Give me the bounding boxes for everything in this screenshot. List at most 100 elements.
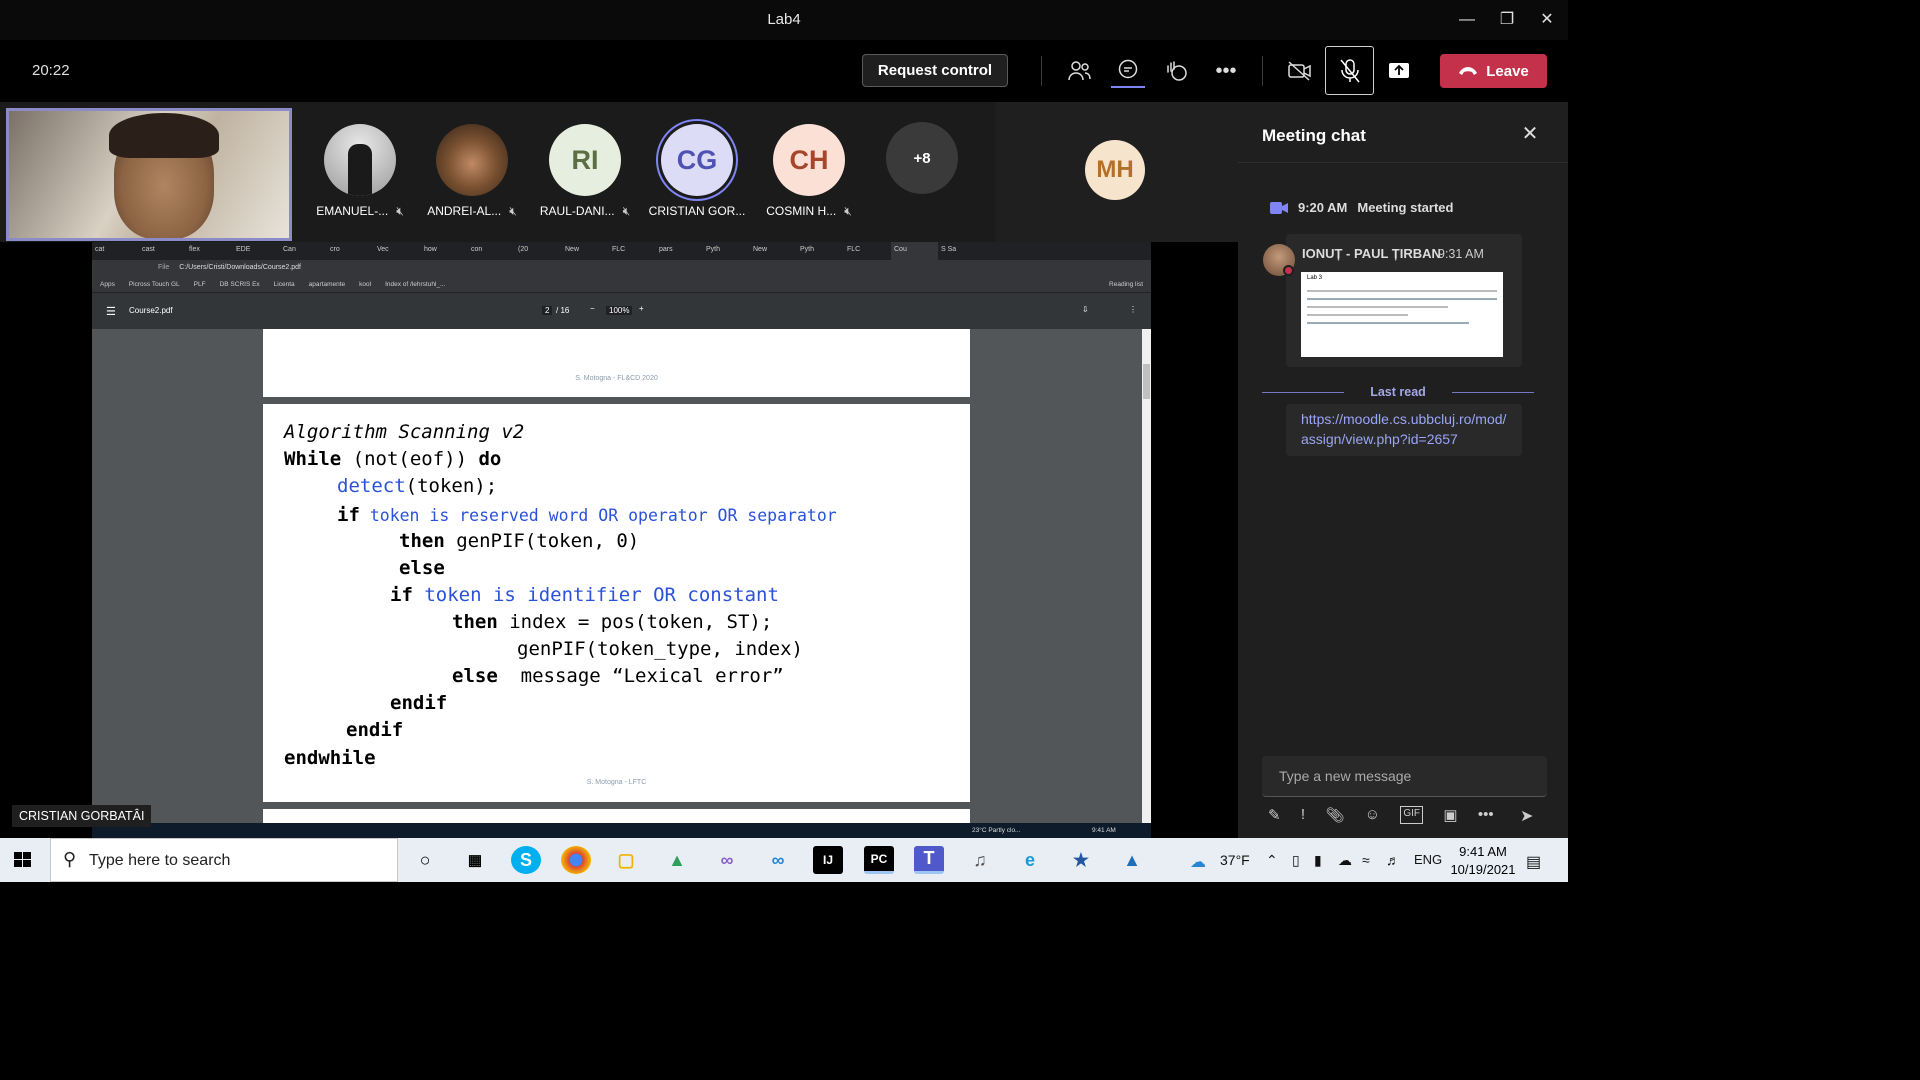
bookmark: Index of /lehrstuhl_... (385, 281, 446, 288)
language-indicator[interactable]: ENG (1414, 852, 1442, 867)
code-line: else message “Lexical error” (452, 665, 784, 687)
send-icon[interactable]: ➤ (1520, 806, 1533, 826)
device-icon[interactable]: ▯ (1292, 852, 1300, 869)
minimize-button[interactable]: — (1452, 8, 1482, 32)
intellij-icon[interactable]: IJ (813, 846, 843, 874)
restore-button[interactable]: ❐ (1492, 8, 1522, 32)
wifi-icon[interactable]: ≈ (1362, 852, 1370, 868)
message-time: 9:31 AM (1438, 247, 1484, 261)
code-line: endif (390, 692, 448, 714)
message-link[interactable]: https://moodle.cs.ubbcluj.ro/mod/assign/… (1301, 411, 1506, 447)
gif-icon[interactable]: GIF (1400, 806, 1424, 824)
app-icon[interactable]: ▲ (662, 846, 692, 874)
more-compose-icon[interactable]: ••• (1478, 806, 1494, 824)
chevron-up-icon[interactable]: ⌃ (1266, 852, 1278, 869)
participant-tile[interactable]: EMANUEL-... 🔇︎ (305, 124, 415, 219)
people-icon[interactable] (1062, 54, 1096, 88)
camera-off-icon[interactable] (1283, 54, 1317, 88)
reading-list: Reading list (1109, 281, 1143, 288)
volume-icon[interactable]: ♬ (1386, 852, 1400, 868)
emoji-icon[interactable]: ☺ (1365, 806, 1380, 824)
edge-icon[interactable]: e (1015, 846, 1045, 874)
more-options-icon[interactable]: ••• (1209, 54, 1243, 88)
search-placeholder: Type here to search (89, 852, 231, 869)
bookmarks-bar: Apps Picross Touch GL PLF DB SCRIS Ex Li… (92, 279, 1151, 293)
browser-tab-bar: cat cast flex EDE Can cro Vec how con (2… (92, 242, 1151, 260)
weather-icon[interactable]: ☁ (1190, 852, 1206, 872)
remote-clock: 9:41 AM (1092, 827, 1116, 834)
mic-off-button[interactable] (1325, 46, 1374, 95)
hang-up-icon (1459, 67, 1478, 75)
system-text: Meeting started (1357, 200, 1454, 215)
attach-icon[interactable]: 📎︎ (1325, 806, 1344, 824)
leave-button[interactable]: Leave (1440, 54, 1547, 88)
participant-tile-speaking[interactable]: CG CRISTIAN GOR... (642, 124, 752, 218)
browser-tab: Pyth (706, 246, 721, 253)
avatar (324, 124, 396, 196)
avatar: MH (1085, 140, 1145, 200)
vscode-icon[interactable]: ∞ (763, 846, 793, 874)
browser-tab: Pyth (800, 246, 815, 253)
participant-tile[interactable]: ANDREI-AL... 🔇︎ (417, 124, 527, 219)
browser-tab: Vec (377, 246, 389, 253)
meeting-duration: 20:22 (32, 62, 70, 79)
browser-tab: how (424, 246, 437, 253)
code-line: if token is identifier OR constant (390, 584, 779, 606)
last-read-divider: Last read (1262, 385, 1534, 399)
chat-icon[interactable] (1111, 54, 1145, 88)
skype-icon[interactable]: S (511, 846, 541, 874)
task-view-icon[interactable]: ▦ (460, 846, 490, 874)
spotlight-participant[interactable]: MH (995, 102, 1238, 242)
close-window-button[interactable]: ✕ (1532, 8, 1562, 32)
browser-tab: (20 (518, 246, 529, 253)
photos-icon[interactable]: ▲ (1117, 846, 1147, 874)
sticker-icon[interactable]: ▣ (1443, 806, 1457, 824)
visual-studio-icon[interactable]: ∞ (712, 846, 742, 874)
clock-time: 9:41 AM (1459, 844, 1507, 859)
onedrive-icon[interactable]: ☁ (1338, 852, 1352, 869)
pycharm-icon[interactable]: PC (864, 846, 894, 874)
compose-message-input[interactable]: Type a new message (1262, 756, 1547, 797)
participant-tile[interactable]: CH COSMIN H... 🔇︎ (754, 124, 864, 219)
avatar (1263, 244, 1295, 276)
share-screen-icon[interactable] (1382, 54, 1416, 88)
app-icon[interactable]: ★ (1066, 846, 1096, 874)
taskbar-search-input[interactable]: ⚲ Type here to search (50, 838, 398, 882)
browser-tab: S Sa (941, 246, 957, 253)
file-explorer-icon[interactable]: ▢ (611, 846, 641, 874)
message-image-thumbnail[interactable]: Lab 3 (1301, 272, 1503, 357)
format-icon[interactable]: ✎︎ (1268, 806, 1281, 824)
chrome-icon[interactable] (561, 846, 591, 874)
battery-icon[interactable]: ▮ (1314, 852, 1322, 869)
more-participants-button[interactable]: +8 (867, 122, 977, 194)
windows-taskbar: ⚲ Type here to search ○ ▦ S ▢ ▲ ∞ ∞ IJ P… (0, 838, 1568, 882)
code-line: if token is reserved word OR operator OR… (337, 504, 837, 526)
self-video[interactable] (6, 108, 292, 241)
important-icon[interactable]: ! (1301, 806, 1305, 824)
close-chat-button[interactable]: ✕ (1520, 124, 1540, 144)
notifications-icon[interactable]: ▤ (1526, 852, 1541, 872)
code-line: endif (346, 719, 404, 741)
reactions-icon[interactable] (1160, 54, 1194, 88)
address-url: C:/Users/Cristi/Downloads/Course2.pdf (179, 264, 301, 271)
chat-message-link[interactable]: https://moodle.cs.ubbcluj.ro/mod/assign/… (1286, 404, 1522, 456)
teams-icon[interactable]: T (914, 846, 944, 874)
bookmark: DB SCRIS Ex (219, 281, 260, 288)
microphone-app-icon[interactable]: ♫ (965, 846, 995, 874)
window-title: Lab4 (767, 11, 801, 28)
request-control-button[interactable]: Request control (862, 54, 1008, 87)
browser-tab: FLC (612, 246, 626, 253)
code-line: then genPIF(token, 0) (399, 530, 640, 552)
zoom-in-icon: + (639, 304, 644, 313)
windows-start-icon[interactable] (8, 848, 36, 872)
pdf-scrollbar (1142, 329, 1151, 826)
taskbar-clock[interactable]: 9:41 AM 10/19/2021 (1448, 843, 1518, 879)
browser-tab: cat (95, 246, 105, 253)
browser-tab: FLC (847, 246, 861, 253)
pdf-page-1: S. Motogna - FL&CD 2020 (263, 329, 970, 397)
browser-tab: flex (189, 246, 200, 253)
temperature[interactable]: 37°F (1220, 852, 1250, 868)
system-message: 9:20 AM Meeting started (1270, 200, 1453, 215)
cortana-icon[interactable]: ○ (410, 846, 440, 874)
participant-tile[interactable]: RI RAUL-DANI... 🔇︎ (530, 124, 640, 219)
